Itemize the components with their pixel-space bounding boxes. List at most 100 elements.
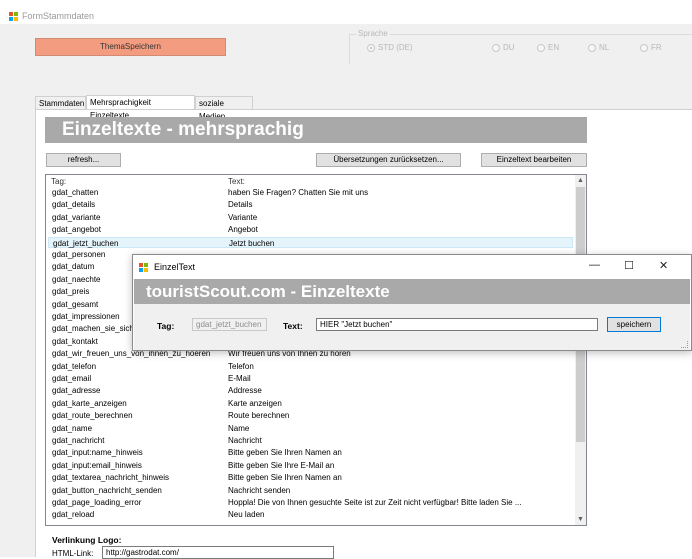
row-tag: gdat_naechte xyxy=(52,274,101,284)
radio-icon xyxy=(588,43,596,52)
dialog-title: EinzelText xyxy=(154,262,196,272)
scroll-down-icon[interactable]: ▼ xyxy=(575,514,586,525)
table-row[interactable]: gdat_jetzt_buchen Jetzt buchen xyxy=(48,236,573,248)
table-row[interactable]: gdat_button_nachricht_senden Nachricht se… xyxy=(48,485,573,496)
table-row[interactable]: gdat_textarea_nachricht_hinweis Bitte geb… xyxy=(48,472,573,483)
row-text: haben Sie Fragen? Chatten Sie mit uns xyxy=(228,188,369,197)
text-input[interactable]: HIER "Jetzt buchen" xyxy=(316,318,598,331)
row-tag: gdat_preis xyxy=(52,287,90,297)
close-icon[interactable]: ✕ xyxy=(659,259,668,272)
row-text: Neu laden xyxy=(228,510,265,520)
row-text: Karte anzeigen xyxy=(228,398,282,408)
section-banner: Einzeltexte - mehrsprachig xyxy=(45,117,587,143)
row-tag: gdat_gesamt xyxy=(52,299,99,309)
language-legend: Sprache xyxy=(356,29,390,38)
table-row[interactable]: gdat_chatten haben Sie Fragen? Chatten Si… xyxy=(48,187,573,198)
row-tag: gdat_kontakt xyxy=(52,336,98,346)
table-row[interactable]: gdat_name Name xyxy=(48,423,573,434)
table-row[interactable]: gdat_details Details xyxy=(48,199,573,210)
row-text: Addresse xyxy=(228,386,262,396)
radio-icon xyxy=(640,43,648,52)
row-text: Nachricht senden xyxy=(228,485,291,495)
app-icon xyxy=(9,12,18,21)
radio-du[interactable]: DU xyxy=(492,43,515,52)
table-row[interactable]: gdat_route_berechnen Route berechnen xyxy=(48,410,573,421)
reset-translations-button[interactable]: Übersetzungen zurücksetzen... xyxy=(316,153,461,167)
row-tag: gdat_email xyxy=(52,374,92,383)
table-row[interactable]: gdat_reload Neu laden xyxy=(48,509,573,520)
tab-soziale-medien[interactable]: soziale Medien xyxy=(195,96,253,121)
row-tag: gdat_karte_anzeigen xyxy=(52,398,127,408)
tag-field: gdat_jetzt_buchen xyxy=(192,318,267,331)
dialog-banner: touristScout.com - Einzeltexte xyxy=(134,279,690,304)
radio-selected-icon xyxy=(367,43,375,52)
table-row[interactable]: gdat_adresse Addresse xyxy=(48,385,573,396)
tab-mehrsprachigkeit[interactable]: Mehrsprachigkeit Einzeltexte xyxy=(86,95,195,120)
dialog-titlebar: EinzelText — ☐ ✕ xyxy=(133,255,691,279)
logo-link-label: Verlinkung Logo: xyxy=(52,535,122,545)
tab-stammdaten[interactable]: Stammdaten xyxy=(35,96,86,109)
refresh-button[interactable]: refresh... xyxy=(46,153,121,167)
row-tag: gdat_adresse xyxy=(52,386,101,396)
row-tag: gdat_datum xyxy=(52,262,95,272)
column-text[interactable]: Text: xyxy=(228,177,245,186)
list-header: Tag: Text: xyxy=(46,175,576,187)
row-tag: gdat_nachricht xyxy=(52,436,105,445)
row-tag: gdat_textarea_nachricht_hinweis xyxy=(52,473,169,483)
row-tag: gdat_button_nachricht_senden xyxy=(52,485,162,495)
row-tag: gdat_impressionen xyxy=(52,312,120,321)
html-link-input[interactable]: http://gastrodat.com/ xyxy=(102,546,334,559)
window-title: FormStammdaten xyxy=(22,11,95,21)
row-text: Telefon xyxy=(228,361,254,371)
radio-std-de[interactable]: STD (DE) xyxy=(367,43,413,52)
app-icon xyxy=(139,263,148,272)
table-row[interactable]: gdat_page_loading_error Hoppla! Die von I… xyxy=(48,497,573,508)
column-tag[interactable]: Tag: xyxy=(51,177,66,186)
table-row[interactable]: gdat_angebot Angebot xyxy=(48,224,573,235)
row-tag: gdat_telefon xyxy=(52,361,97,371)
radio-en[interactable]: EN xyxy=(537,43,559,52)
row-tag: gdat_page_loading_error xyxy=(52,498,142,507)
radio-icon xyxy=(537,43,545,52)
row-text: Jetzt buchen xyxy=(229,238,275,248)
table-row[interactable]: gdat_input:email_hinweis Bitte geben Sie … xyxy=(48,460,573,471)
row-tag: gdat_machen_sie_sich xyxy=(52,324,134,334)
row-tag: gdat_route_berechnen xyxy=(52,411,133,421)
row-text: Variante xyxy=(228,212,258,222)
radio-icon xyxy=(492,43,500,52)
row-text: Name xyxy=(228,423,250,433)
row-tag: gdat_reload xyxy=(52,510,95,520)
scroll-up-icon[interactable]: ▲ xyxy=(575,175,586,186)
minimize-icon[interactable]: — xyxy=(589,259,600,271)
row-text: Bitte geben Sie Ihre E-Mail an xyxy=(228,460,335,470)
row-tag: gdat_jetzt_buchen xyxy=(53,238,119,248)
row-tag: gdat_name xyxy=(52,423,93,433)
table-row[interactable]: gdat_karte_anzeigen Karte anzeigen xyxy=(48,398,573,409)
einzeltext-dialog: EinzelText — ☐ ✕ touristScout.com - Einz… xyxy=(132,254,692,351)
radio-nl[interactable]: NL xyxy=(588,43,609,52)
text-label: Text: xyxy=(283,321,303,331)
table-row[interactable]: gdat_variante Variante xyxy=(48,212,573,223)
row-tag: gdat_input:email_hinweis xyxy=(52,460,142,470)
resize-grip-icon[interactable] xyxy=(681,341,688,348)
edit-text-button[interactable]: Einzeltext bearbeiten xyxy=(481,153,587,167)
row-text: Bitte geben Sie Ihren Namen an xyxy=(228,448,342,458)
radio-fr[interactable]: FR xyxy=(640,43,662,52)
row-text: Hoppla! Die von Ihnen gesuchte Seite ist… xyxy=(228,498,522,507)
theme-save-button[interactable]: ThemaSpeichern xyxy=(35,38,226,56)
dialog-body: Tag: gdat_jetzt_buchen Text: HIER "Jetzt… xyxy=(134,304,690,350)
row-text: E-Mail xyxy=(228,374,251,383)
tag-label: Tag: xyxy=(157,321,175,331)
table-row[interactable]: gdat_telefon Telefon xyxy=(48,361,573,372)
row-tag: gdat_input:name_hinweis xyxy=(52,448,143,458)
table-row[interactable]: gdat_input:name_hinweis Bitte geben Sie I… xyxy=(48,447,573,458)
row-text: Angebot xyxy=(228,225,258,235)
table-row[interactable]: gdat_email E-Mail xyxy=(48,373,573,384)
window-titlebar xyxy=(0,0,692,22)
row-text: Route berechnen xyxy=(228,411,290,421)
row-tag: gdat_angebot xyxy=(52,225,101,235)
row-text: Bitte geben Sie Ihren Namen an xyxy=(228,473,342,483)
save-button[interactable]: speichern xyxy=(607,317,661,332)
table-row[interactable]: gdat_nachricht Nachricht xyxy=(48,435,573,446)
maximize-icon[interactable]: ☐ xyxy=(624,259,634,272)
